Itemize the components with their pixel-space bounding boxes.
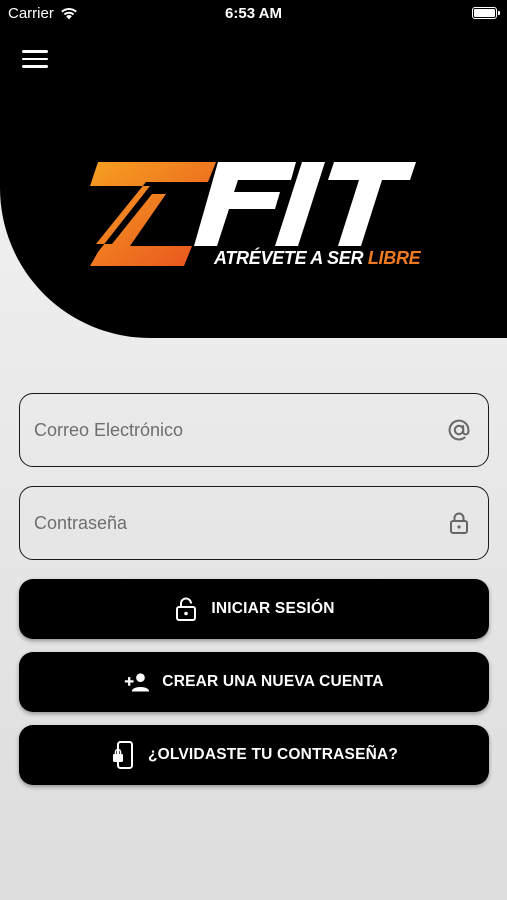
brand-tagline: ATRÉVETE A SER LIBRE (214, 248, 421, 269)
login-button-label: INICIAR SESIÓN (211, 600, 335, 617)
header-banner: Carrier 6:53 AM ATRÉVETE A SER LIBRE (0, 0, 507, 338)
lock-icon (450, 512, 468, 534)
password-field-container (19, 486, 489, 560)
phone-lock-icon (110, 741, 136, 769)
email-input[interactable] (34, 394, 434, 466)
create-account-button[interactable]: CREAR UNA NUEVA CUENTA (19, 652, 489, 712)
unlock-icon (173, 596, 199, 622)
login-button[interactable]: INICIAR SESIÓN (19, 579, 489, 639)
status-time: 6:53 AM (225, 5, 282, 22)
at-sign-icon (448, 419, 470, 441)
hamburger-menu-icon[interactable] (22, 50, 48, 70)
forgot-password-button[interactable]: ¿OLVIDASTE TU CONTRASEÑA? (19, 725, 489, 785)
battery-icon (472, 7, 500, 19)
status-bar: Carrier 6:53 AM (0, 0, 507, 28)
add-user-icon (124, 669, 150, 695)
tagline-accent: LIBRE (367, 248, 421, 268)
tagline-main: ATRÉVETE A SER (214, 248, 368, 268)
forgot-password-button-label: ¿OLVIDASTE TU CONTRASEÑA? (147, 746, 399, 763)
email-field-container (19, 393, 489, 467)
create-account-button-label: CREAR UNA NUEVA CUENTA (162, 673, 384, 690)
password-input[interactable] (34, 487, 434, 559)
